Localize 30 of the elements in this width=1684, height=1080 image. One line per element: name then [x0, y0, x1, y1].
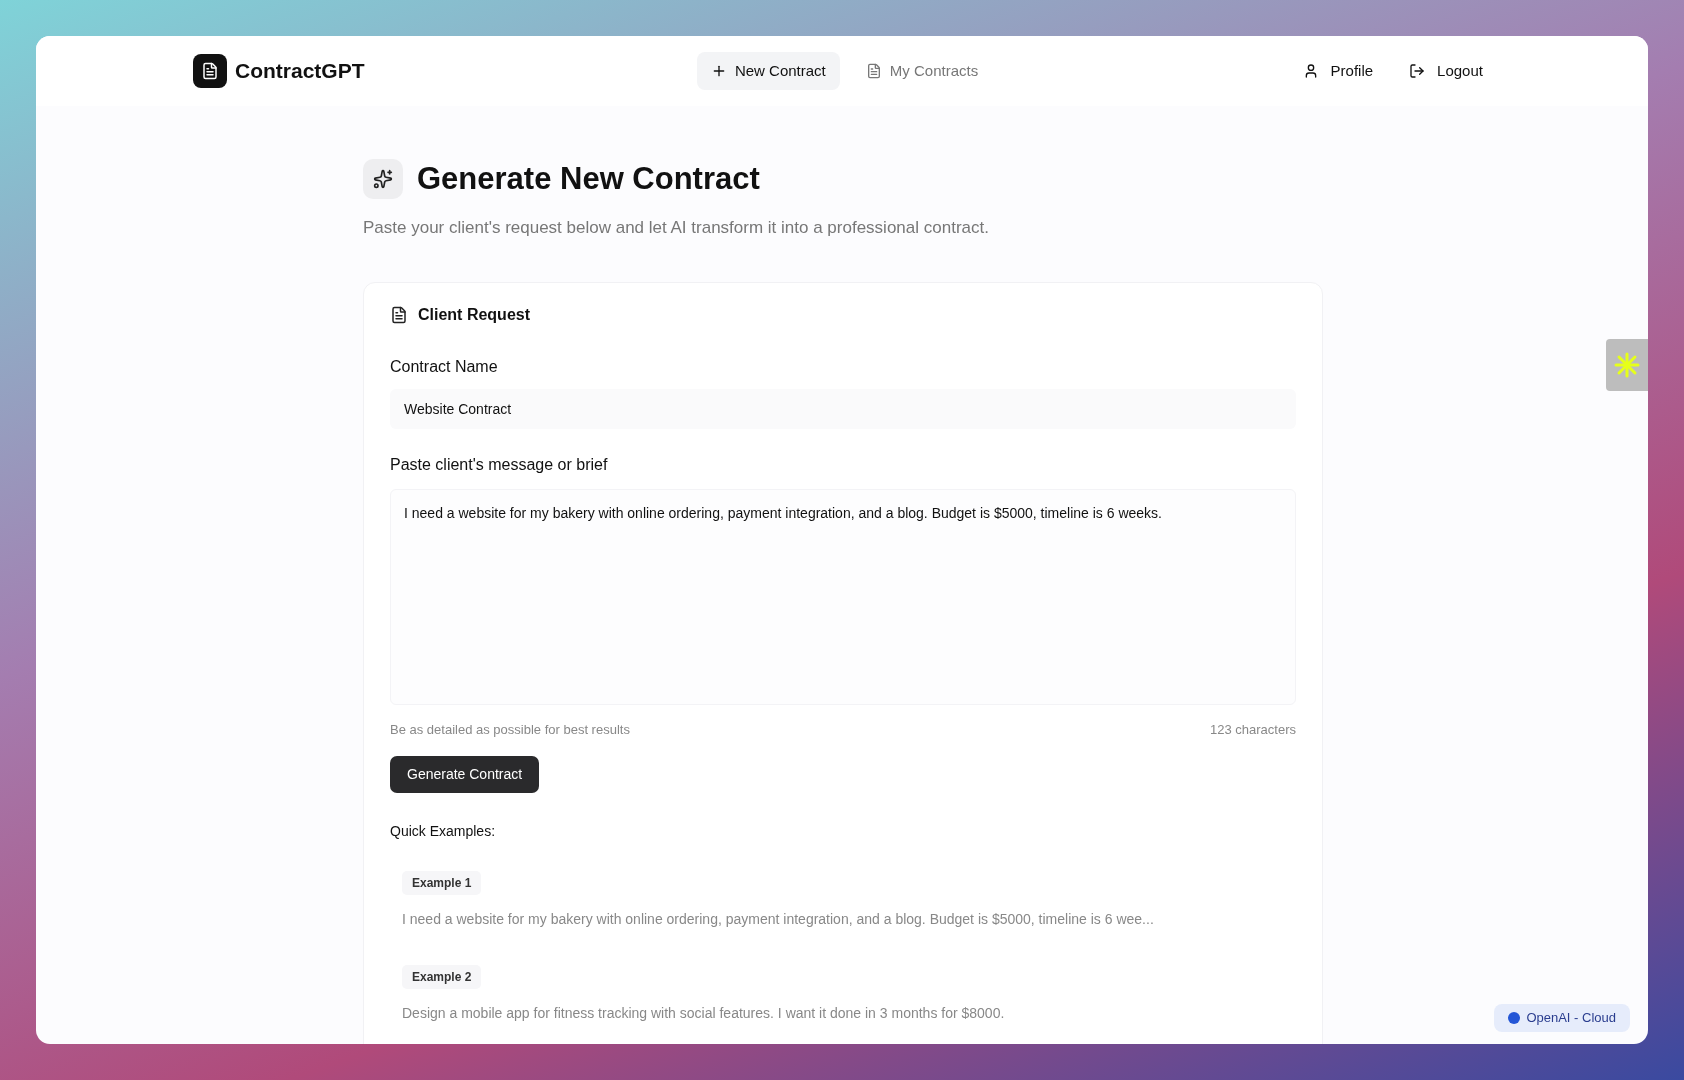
document-icon: [390, 306, 408, 324]
generate-button[interactable]: Generate Contract: [390, 755, 540, 793]
app-name: ContractGPT: [235, 58, 365, 85]
page-subtitle: Paste your client's request below and let AI transform it into a professional contract.: [363, 216, 990, 239]
brief-text-area[interactable]: I need a website for my bakery with online ordering, payment integration, and a blog. Budget is $5000, timeline is 6 weeks.: [390, 489, 1296, 705]
example-item[interactable]: Example 2 Design a mobile app for fitness tracking with social features. I want it done in 3 months for $8000.: [390, 957, 1296, 1030]
user-menu-link[interactable]: Logout: [1401, 52, 1491, 90]
sparkle-icon: [363, 159, 403, 200]
status-label: OpenAI - Cloud: [1526, 1009, 1616, 1028]
character-count: 123 characters: [1210, 721, 1296, 739]
example-label: Example 1: [402, 870, 482, 895]
nav-tab[interactable]: My Contracts: [851, 52, 993, 90]
asterisk-icon: [1613, 351, 1641, 379]
document-icon: [865, 63, 882, 79]
field-label: Contract Name: [390, 357, 499, 377]
examples-heading: Quick Examples:: [390, 821, 497, 841]
logo-icon: [193, 54, 227, 88]
card-title: Client Request: [418, 305, 530, 325]
page-title: Generate New Contract: [417, 160, 760, 198]
user-menu-link[interactable]: Profile: [1294, 52, 1382, 90]
logout-icon: [1409, 63, 1426, 79]
example-text: Design a mobile app for fitness tracking with social features. I want it done in 3 months for $8000.: [402, 1003, 1006, 1023]
field-label: Paste client's message or brief: [390, 455, 609, 475]
hint-text: Be as detailed as possible for best results: [390, 721, 630, 739]
contract-name-field[interactable]: Website Contract: [390, 389, 1296, 429]
nav-tab[interactable]: New Contract: [696, 52, 840, 90]
example-label: Example 2: [402, 964, 482, 989]
floating-widget[interactable]: [1606, 339, 1648, 391]
example-item[interactable]: Example 1 I need a website for my bakery with online ordering, payment integration, and a blog. Budget is $5000, timeline is 6 wee...: [390, 863, 1296, 936]
example-text: I need a website for my bakery with online ordering, payment integration, and a blog. Budget is $5000, timeline is 6 wee...: [402, 909, 1155, 929]
